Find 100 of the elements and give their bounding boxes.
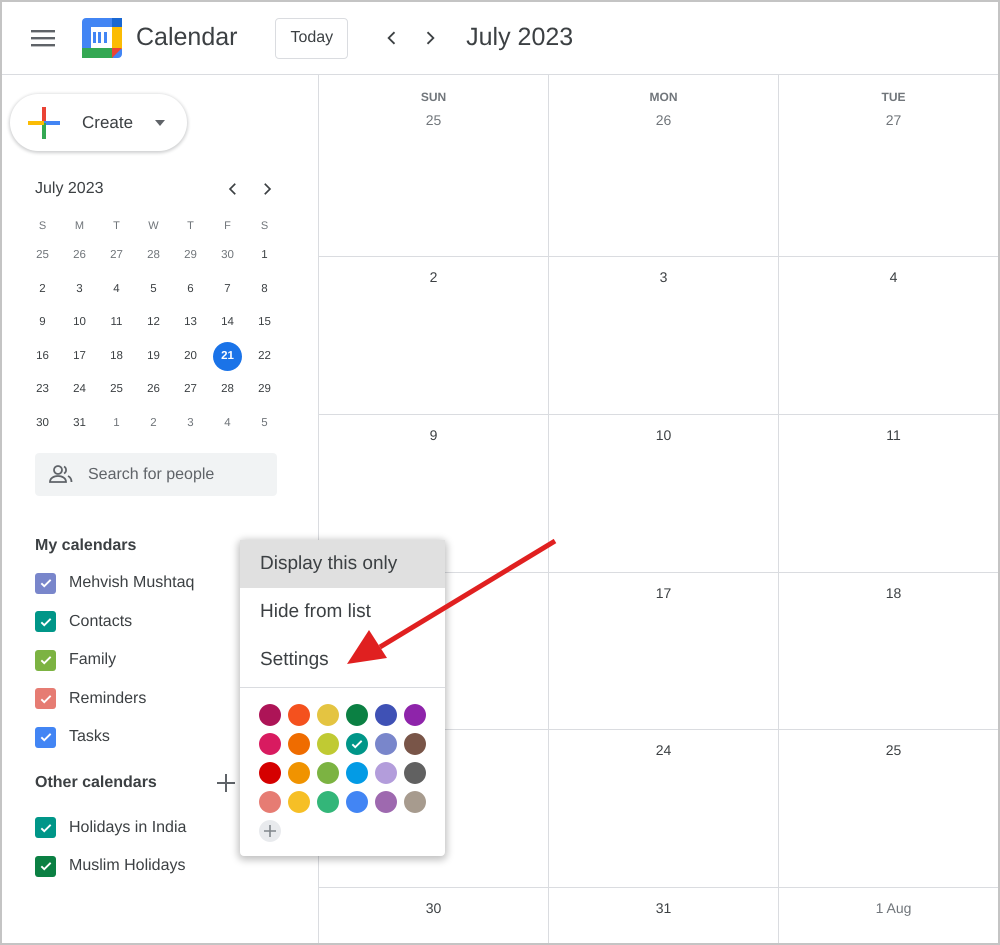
calendar-checkbox[interactable] bbox=[35, 726, 56, 748]
color-swatch[interactable] bbox=[404, 733, 426, 755]
calendar-label[interactable]: Tasks bbox=[69, 725, 110, 750]
calendar-label[interactable]: Family bbox=[69, 648, 116, 672]
color-swatch[interactable] bbox=[288, 762, 310, 784]
color-swatch[interactable] bbox=[317, 733, 339, 755]
mini-calendar-day[interactable]: 20 bbox=[176, 342, 205, 371]
color-swatch[interactable] bbox=[375, 733, 397, 755]
mini-calendar-day[interactable]: 2 bbox=[139, 408, 168, 438]
mini-calendar-day[interactable]: 16 bbox=[28, 342, 57, 371]
mini-calendar-day[interactable]: 22 bbox=[250, 342, 279, 371]
menu-item[interactable]: Settings bbox=[240, 636, 445, 684]
color-swatch[interactable] bbox=[375, 762, 397, 784]
mini-calendar-day[interactable]: 8 bbox=[250, 274, 279, 304]
color-swatch[interactable] bbox=[288, 791, 310, 813]
mini-calendar-day[interactable]: 4 bbox=[213, 408, 242, 438]
color-swatch[interactable] bbox=[375, 791, 397, 813]
mini-calendar-day[interactable]: 23 bbox=[28, 375, 57, 404]
mini-calendar-day[interactable]: 26 bbox=[65, 241, 94, 270]
day-number[interactable]: 10 bbox=[656, 425, 672, 446]
day-number[interactable]: 9 bbox=[430, 425, 438, 446]
mini-calendar-day[interactable]: 26 bbox=[139, 375, 168, 404]
add-color-icon[interactable] bbox=[259, 820, 281, 842]
color-swatch[interactable] bbox=[346, 733, 368, 755]
search-field[interactable]: Search for people bbox=[35, 453, 277, 496]
mini-calendar-day[interactable]: 1 bbox=[102, 408, 131, 438]
mini-calendar-day[interactable]: 27 bbox=[102, 241, 131, 270]
mini-calendar-day[interactable]: 24 bbox=[65, 375, 94, 404]
color-swatch[interactable] bbox=[317, 704, 339, 726]
mini-calendar-day[interactable]: 28 bbox=[213, 375, 242, 404]
mini-calendar-day[interactable]: 27 bbox=[176, 375, 205, 404]
calendar-label[interactable]: Muslim Holidays bbox=[69, 854, 186, 878]
calendar-label[interactable]: Mehvish Mushtaq bbox=[69, 571, 194, 596]
color-swatch[interactable] bbox=[288, 704, 310, 726]
day-number[interactable]: 11 bbox=[886, 425, 901, 446]
day-number[interactable]: 17 bbox=[656, 583, 672, 604]
day-number[interactable]: 24 bbox=[656, 740, 672, 761]
mini-calendar-day[interactable]: 28 bbox=[139, 241, 168, 270]
calendar-checkbox[interactable] bbox=[35, 817, 56, 838]
mini-calendar-day[interactable]: 3 bbox=[65, 274, 94, 304]
mini-calendar-day[interactable]: 12 bbox=[139, 308, 168, 338]
mini-calendar-day[interactable]: 1 bbox=[250, 241, 279, 270]
mini-calendar-day[interactable]: 25 bbox=[28, 241, 57, 270]
color-swatch[interactable] bbox=[346, 791, 368, 813]
mini-calendar-day[interactable]: 13 bbox=[176, 308, 205, 338]
day-number[interactable]: 2 bbox=[430, 267, 438, 288]
color-swatch[interactable] bbox=[404, 704, 426, 726]
color-swatch[interactable] bbox=[346, 762, 368, 784]
mini-calendar-day[interactable]: 11 bbox=[102, 308, 131, 338]
menu-icon[interactable] bbox=[30, 28, 56, 48]
mini-calendar-day[interactable]: 31 bbox=[65, 408, 94, 438]
color-swatch[interactable] bbox=[259, 791, 281, 813]
color-swatch[interactable] bbox=[317, 791, 339, 813]
mini-calendar-day[interactable]: 17 bbox=[65, 342, 94, 371]
mini-calendar-day[interactable]: 7 bbox=[213, 274, 242, 304]
day-number[interactable]: 18 bbox=[886, 583, 902, 604]
color-swatch[interactable] bbox=[404, 762, 426, 784]
menu-item[interactable]: Display this only bbox=[240, 540, 445, 588]
color-swatch[interactable] bbox=[259, 733, 281, 755]
day-number[interactable]: 26 bbox=[656, 110, 672, 131]
calendar-checkbox[interactable] bbox=[35, 856, 56, 877]
mini-calendar-day[interactable]: 29 bbox=[176, 241, 205, 270]
add-icon[interactable] bbox=[217, 774, 235, 792]
day-number[interactable]: 25 bbox=[426, 110, 442, 131]
day-number[interactable]: 30 bbox=[426, 898, 442, 919]
mini-calendar-day[interactable]: 25 bbox=[102, 375, 131, 404]
mini-calendar-day[interactable]: 3 bbox=[176, 408, 205, 438]
day-number[interactable]: 1 Aug bbox=[876, 898, 912, 919]
mini-calendar-day[interactable]: 30 bbox=[28, 408, 57, 438]
mini-calendar-day[interactable]: 5 bbox=[139, 274, 168, 304]
mini-calendar-day[interactable]: 9 bbox=[28, 308, 57, 338]
color-swatch[interactable] bbox=[288, 733, 310, 755]
today-button[interactable]: Today bbox=[275, 18, 348, 58]
day-number[interactable]: 4 bbox=[890, 267, 898, 288]
calendar-checkbox[interactable] bbox=[35, 572, 56, 594]
calendar-label[interactable]: Holidays in India bbox=[69, 816, 186, 840]
day-number[interactable]: 25 bbox=[886, 740, 902, 761]
mini-calendar-day[interactable]: 21 bbox=[213, 342, 242, 371]
day-number[interactable]: 3 bbox=[660, 267, 668, 288]
color-swatch[interactable] bbox=[317, 762, 339, 784]
mini-calendar-day[interactable]: 2 bbox=[28, 274, 57, 304]
mini-calendar-day[interactable]: 4 bbox=[102, 274, 131, 304]
color-swatch[interactable] bbox=[404, 791, 426, 813]
calendar-checkbox[interactable] bbox=[35, 688, 56, 710]
mini-calendar-day[interactable]: 14 bbox=[213, 308, 242, 338]
mini-calendar-day[interactable]: 6 bbox=[176, 274, 205, 304]
calendar-label[interactable]: Reminders bbox=[69, 686, 146, 711]
calendar-checkbox[interactable] bbox=[35, 611, 56, 632]
day-number[interactable]: 27 bbox=[886, 110, 902, 131]
calendar-label[interactable]: Contacts bbox=[69, 610, 132, 634]
mini-calendar-day[interactable]: 29 bbox=[250, 375, 279, 404]
calendar-checkbox[interactable] bbox=[35, 650, 56, 671]
color-swatch[interactable] bbox=[259, 704, 281, 726]
mini-calendar-day[interactable]: 5 bbox=[250, 408, 279, 438]
create-button[interactable]: Create bbox=[10, 94, 187, 151]
color-swatch[interactable] bbox=[259, 762, 281, 784]
mini-calendar-day[interactable]: 19 bbox=[139, 342, 168, 371]
menu-item[interactable]: Hide from list bbox=[240, 588, 445, 636]
color-swatch[interactable] bbox=[346, 704, 368, 726]
color-swatch[interactable] bbox=[375, 704, 397, 726]
